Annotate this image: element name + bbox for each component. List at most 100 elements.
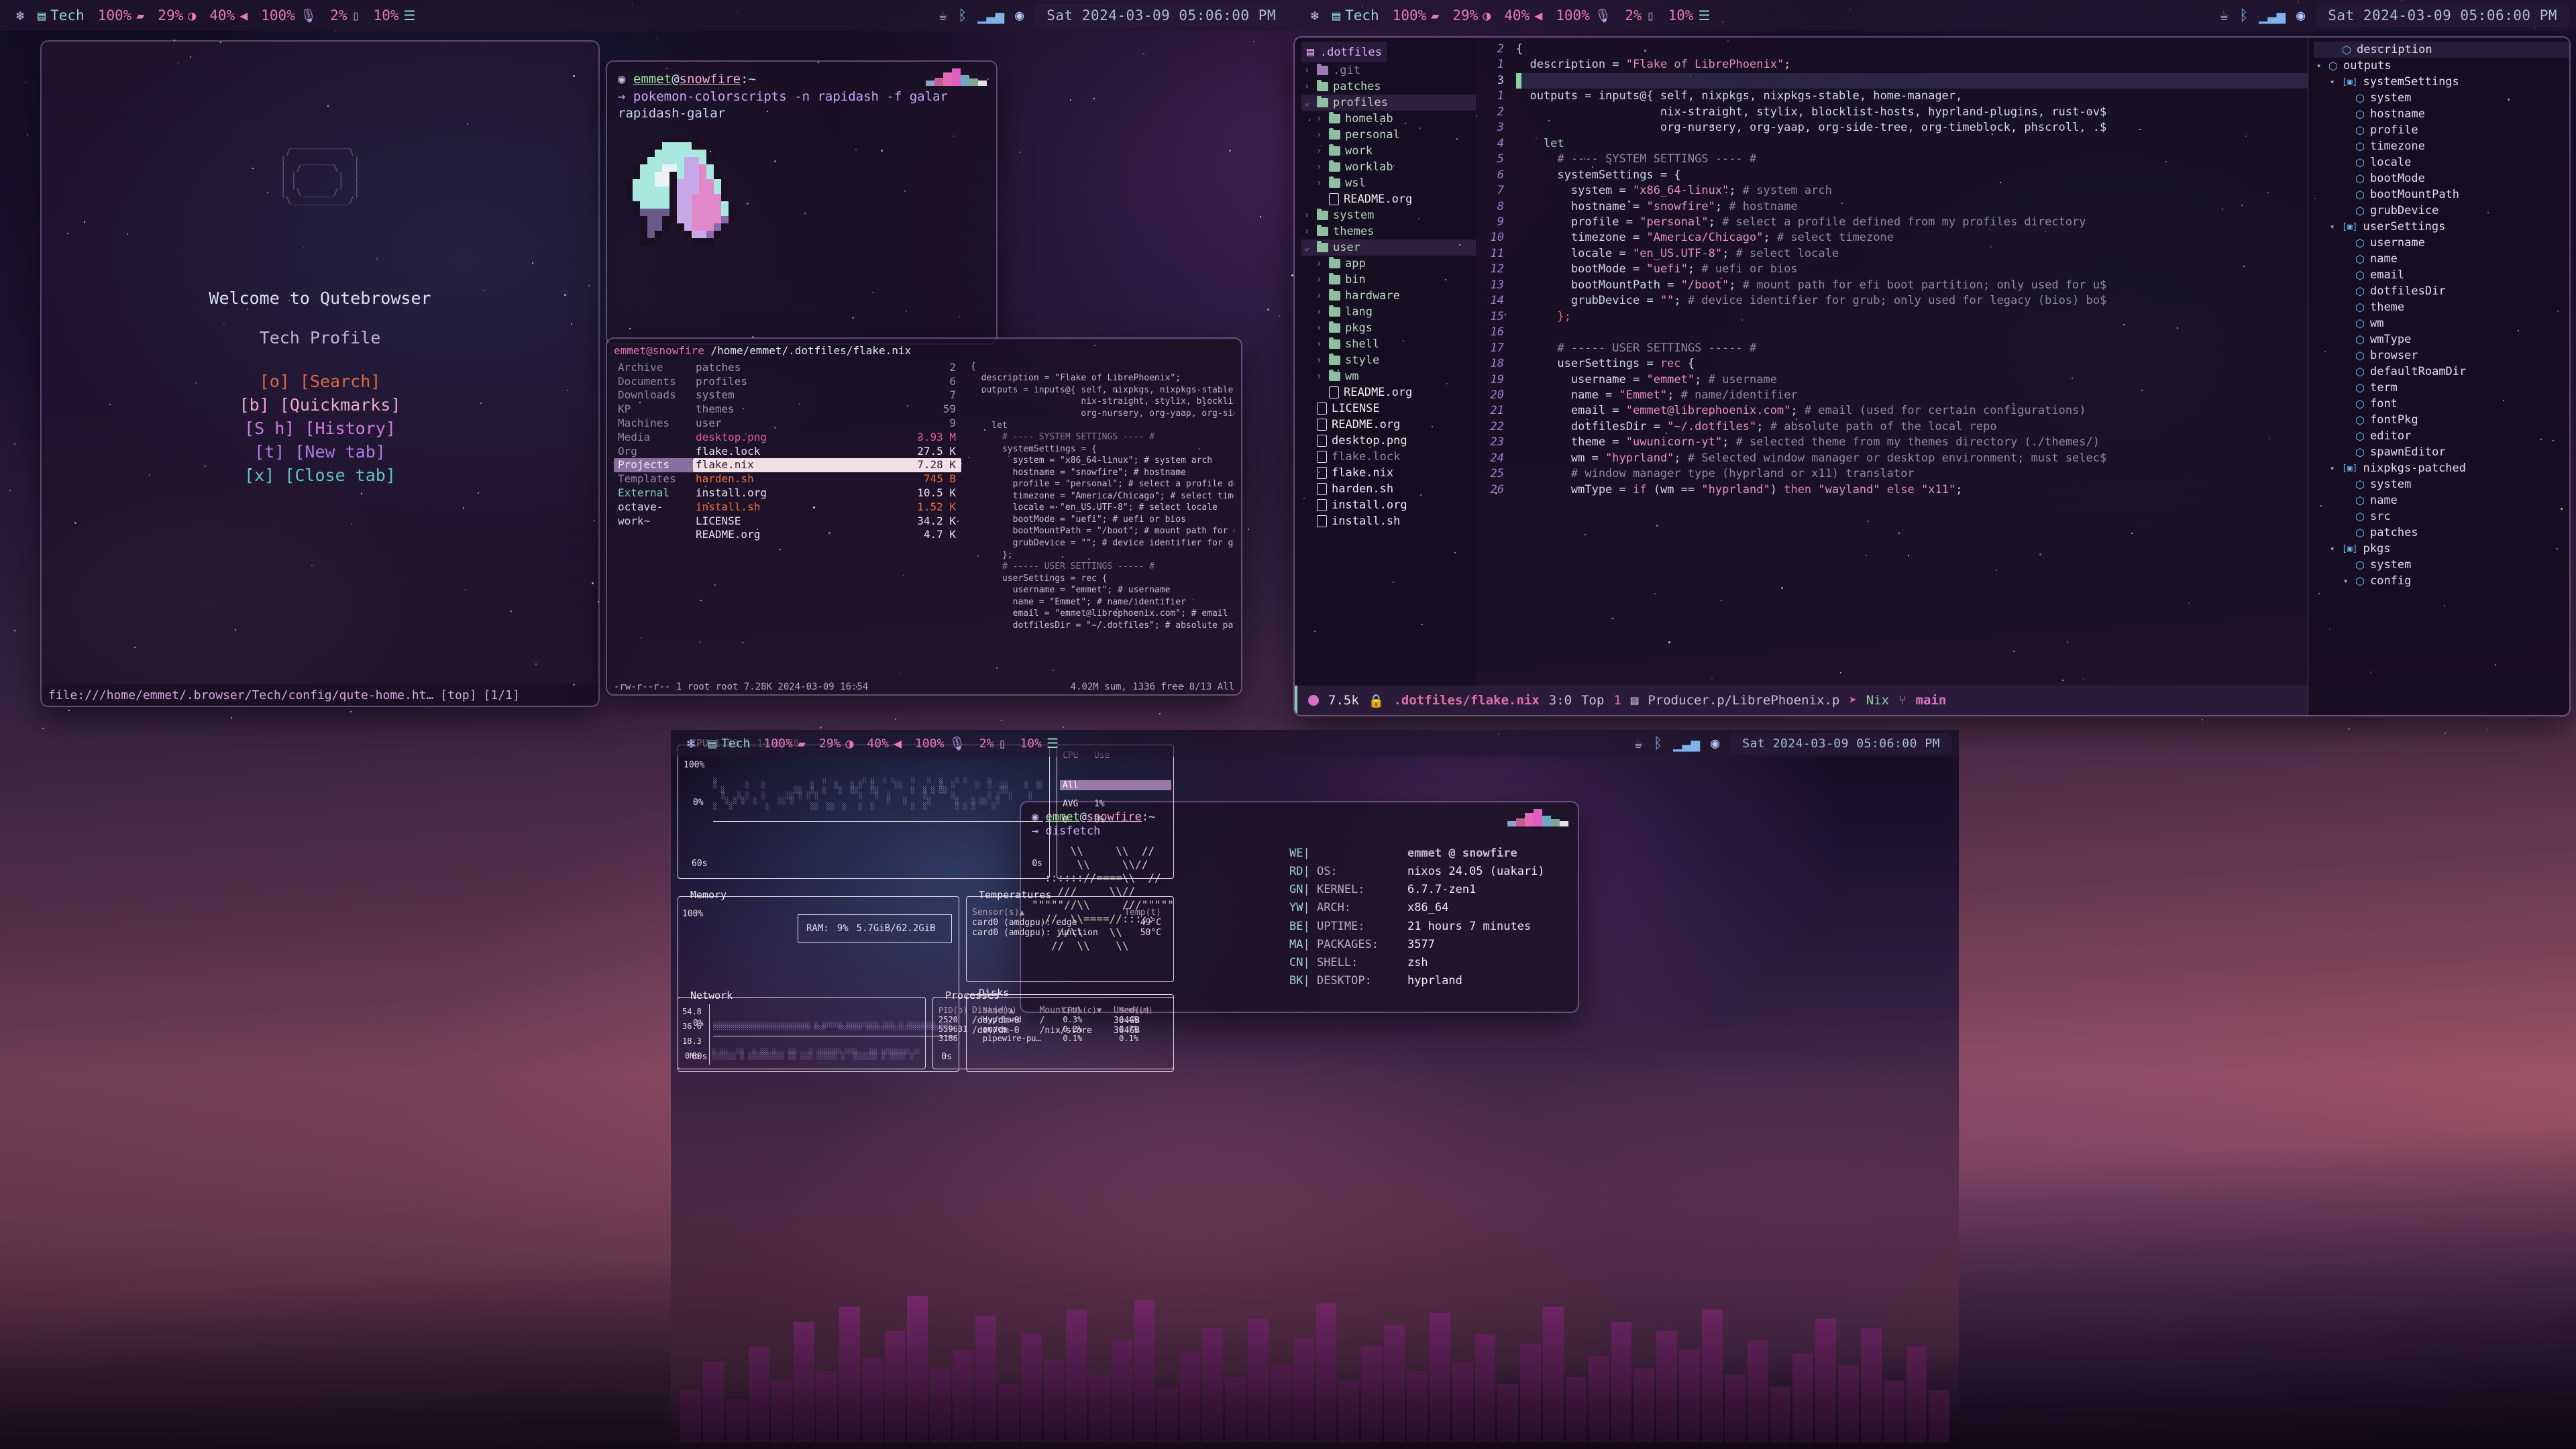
table-row[interactable]: 559631 emacs 0.2% 0.7% <box>938 1024 1169 1034</box>
chevron-right-icon[interactable]: › <box>1304 65 1312 76</box>
nnn-entry-9[interactable]: install.org 10.5 K <box>693 486 961 500</box>
file-tree-item-wsl[interactable]: › wsl <box>1301 175 1476 191</box>
file-tree-item-pkgs[interactable]: › pkgs <box>1301 320 1476 336</box>
nnn-context-0[interactable]: Archive <box>614 361 693 375</box>
file-tree-item-flake-nix[interactable]: flake.nix <box>1301 465 1476 481</box>
outline-item-config[interactable]: ▾ ⬡ config <box>2314 573 2569 589</box>
outline-item-name[interactable]: ⬡ name <box>2314 492 2569 508</box>
chevron-right-icon[interactable]: › <box>1316 355 1324 366</box>
chevron-right-icon[interactable]: › <box>1316 146 1324 156</box>
file-tree-item-flake-lock[interactable]: flake.lock <box>1301 449 1476 465</box>
outline-item-dotfilesDir[interactable]: ⬡ dotfilesDir <box>2314 283 2569 299</box>
qutebrowser-window[interactable]: ___________ / \ | ______ | | / \ | | | |… <box>42 42 598 706</box>
outline-item-pkgs[interactable]: ▾ [▣] pkgs <box>2314 541 2569 557</box>
chevron-right-icon[interactable]: › <box>1316 323 1324 333</box>
file-tree-item-homelab[interactable]: › homelab <box>1301 111 1476 127</box>
outline-item-src[interactable]: ⬡ src <box>2314 508 2569 525</box>
outline-item-defaultRoamDir[interactable]: ⬡ defaultRoamDir <box>2314 364 2569 380</box>
outline-item-systemSettings[interactable]: ▾ [▣] systemSettings <box>2314 74 2569 90</box>
bluetooth-icon[interactable]: ᛒ <box>2239 7 2248 24</box>
nnn-context-1[interactable]: Documents <box>614 375 693 389</box>
outline-item-profile[interactable]: ⬡ profile <box>2314 122 2569 138</box>
outline-item-hostname[interactable]: ⬡ hostname <box>2314 106 2569 122</box>
outline-item-font[interactable]: ⬡ font <box>2314 396 2569 412</box>
nix-snowflake-icon-module-bottom[interactable]: ❄ <box>680 737 702 750</box>
workspace-module-bottom[interactable]: ▤ Tech <box>702 737 757 751</box>
brightness-module-right[interactable]: 29% ◑ <box>1446 7 1497 23</box>
file-tree-item-harden-sh[interactable]: harden.sh <box>1301 481 1476 497</box>
pokemon-terminal-window[interactable]: ◉ emmet@snowfire:~ → pokemon-colorscript… <box>607 62 996 343</box>
volume-module[interactable]: 40% ◀ <box>203 7 254 23</box>
nnn-file-manager-window[interactable]: emmet@snowfire /home/emmet/.dotfiles/fla… <box>607 339 1241 694</box>
volume-module-bottom[interactable]: 40% ◀ <box>860 737 908 751</box>
proc-header-mem[interactable]: Mem%(m) <box>1119 1006 1169 1015</box>
file-tree-item-patches[interactable]: › patches <box>1301 78 1476 95</box>
network-signal-icon[interactable]: ▁▃▅ <box>2259 7 2286 24</box>
chevron-right-icon[interactable]: › <box>1316 113 1324 124</box>
cpu-module-right[interactable]: 10% ☰ <box>1662 7 1717 23</box>
record-icon[interactable]: ◉ <box>1711 735 1719 752</box>
link-new-tab[interactable]: [t] [New tab] <box>254 442 386 462</box>
workspace-module[interactable]: ▤ Tech <box>31 7 91 23</box>
memory-module-bottom[interactable]: 2% ▯ <box>973 737 1014 751</box>
nnn-context-7[interactable]: Projects <box>614 458 693 472</box>
emacs-editor-window[interactable]: ▤ .dotfiles › .git › patches ⌄ profiles › homel… <box>1295 38 2569 715</box>
chevron-right-icon[interactable]: › <box>1304 210 1312 221</box>
proc-header-cpu[interactable]: CPU%(c)▼ <box>1063 1006 1119 1015</box>
bluetooth-icon[interactable]: ᛒ <box>958 7 967 24</box>
outline-item-bootMountPath[interactable]: ⬡ bootMountPath <box>2314 186 2569 203</box>
microphone-module-bottom[interactable]: 100% 🎙 <box>908 737 973 751</box>
outline-item-nixpkgs-patched[interactable]: ▾ [▣] nixpkgs-patched <box>2314 460 2569 476</box>
nnn-context-5[interactable]: Media <box>614 431 693 445</box>
temp-header-temp[interactable]: Temp(t) <box>1120 908 1168 918</box>
chevron-right-icon[interactable]: › <box>1316 307 1324 317</box>
clock[interactable]: Sat 2024-03-09 05:06:00 PM <box>1034 4 1288 27</box>
nnn-entry-4[interactable]: user 9 <box>693 417 961 431</box>
file-tree-item-themes[interactable]: › themes <box>1301 223 1476 239</box>
code-text[interactable]: { description = "Flake of LibrePhoenix";… <box>1511 38 2308 715</box>
outline-item-spawnEditor[interactable]: ⬡ spawnEditor <box>2314 444 2569 460</box>
outline-item-timezone[interactable]: ⬡ timezone <box>2314 138 2569 154</box>
nix-snowflake-icon-module-right[interactable]: ❄ <box>1304 9 1326 22</box>
microphone-module[interactable]: 100% 🎙 <box>254 7 323 23</box>
outline-item-grubDevice[interactable]: ⬡ grubDevice <box>2314 203 2569 219</box>
nnn-entry-1[interactable]: profiles 6 <box>693 375 961 389</box>
chevron-right-icon[interactable]: › <box>1316 129 1324 140</box>
nnn-context-10[interactable]: octave-work~ <box>614 500 693 529</box>
outline-item-userSettings[interactable]: ▾ [▣] userSettings <box>2314 219 2569 235</box>
outline-item-bootMode[interactable]: ⬡ bootMode <box>2314 170 2569 186</box>
code-editor-area[interactable]: 2 1 3 1 2 3 4 5 6 7 8 9 10 11 12 13 14 15 16 17 18 19 20 21 22 23… <box>1476 38 2308 715</box>
outline-item-fontPkg[interactable]: ⬡ fontPkg <box>2314 412 2569 428</box>
file-tree-item-README-org[interactable]: README.org <box>1301 384 1476 400</box>
nnn-context-9[interactable]: External <box>614 486 693 500</box>
network-signal-icon[interactable]: ▁▃▅ <box>1673 735 1700 752</box>
triangle-down-icon[interactable]: ▾ <box>2330 464 2337 473</box>
proc-header-pid[interactable]: PID(p) <box>938 1006 983 1015</box>
network-signal-icon[interactable]: ▁▃▅ <box>977 7 1004 24</box>
table-row[interactable]: 3186 pipewire-pu… 0.1% 0.1% <box>938 1034 1169 1043</box>
outline-item-wm[interactable]: ⬡ wm <box>2314 315 2569 331</box>
record-icon[interactable]: ◉ <box>2296 7 2305 24</box>
cpu-module-bottom[interactable]: 10% ☰ <box>1013 737 1065 751</box>
outline-item-wmType[interactable]: ⬡ wmType <box>2314 331 2569 347</box>
chevron-right-icon[interactable]: › <box>1316 274 1324 285</box>
nnn-entry-12[interactable]: README.org 4.7 K <box>693 528 961 542</box>
file-tree-item-system[interactable]: › system <box>1301 207 1476 223</box>
battery-module-right[interactable]: 100% ▰ <box>1386 7 1446 23</box>
outline-item-term[interactable]: ⬡ term <box>2314 380 2569 396</box>
outline-item-system[interactable]: ⬡ system <box>2314 476 2569 492</box>
nnn-context-2[interactable]: Downloads <box>614 388 693 402</box>
triangle-down-icon[interactable]: ▾ <box>2316 61 2323 70</box>
nnn-entry-11[interactable]: LICENSE 34.2 K <box>693 515 961 529</box>
chevron-right-icon[interactable]: › <box>1304 81 1312 92</box>
file-tree-item-wm[interactable]: › wm <box>1301 368 1476 384</box>
nnn-context-8[interactable]: Templates <box>614 472 693 486</box>
file-tree-item-install-org[interactable]: install.org <box>1301 497 1476 513</box>
nix-snowflake-icon-module[interactable]: ❄ <box>9 9 31 22</box>
file-tree-item-bin[interactable]: › bin <box>1301 272 1476 288</box>
nnn-entry-6[interactable]: flake.lock 27.5 K <box>693 445 961 459</box>
nnn-entry-8[interactable]: harden.sh 745 B <box>693 472 961 486</box>
brightness-module-bottom[interactable]: 29% ◑ <box>812 737 861 751</box>
clock-right[interactable]: Sat 2024-03-09 05:06:00 PM <box>2316 4 2569 27</box>
file-tree-item-worklab[interactable]: › worklab <box>1301 159 1476 175</box>
